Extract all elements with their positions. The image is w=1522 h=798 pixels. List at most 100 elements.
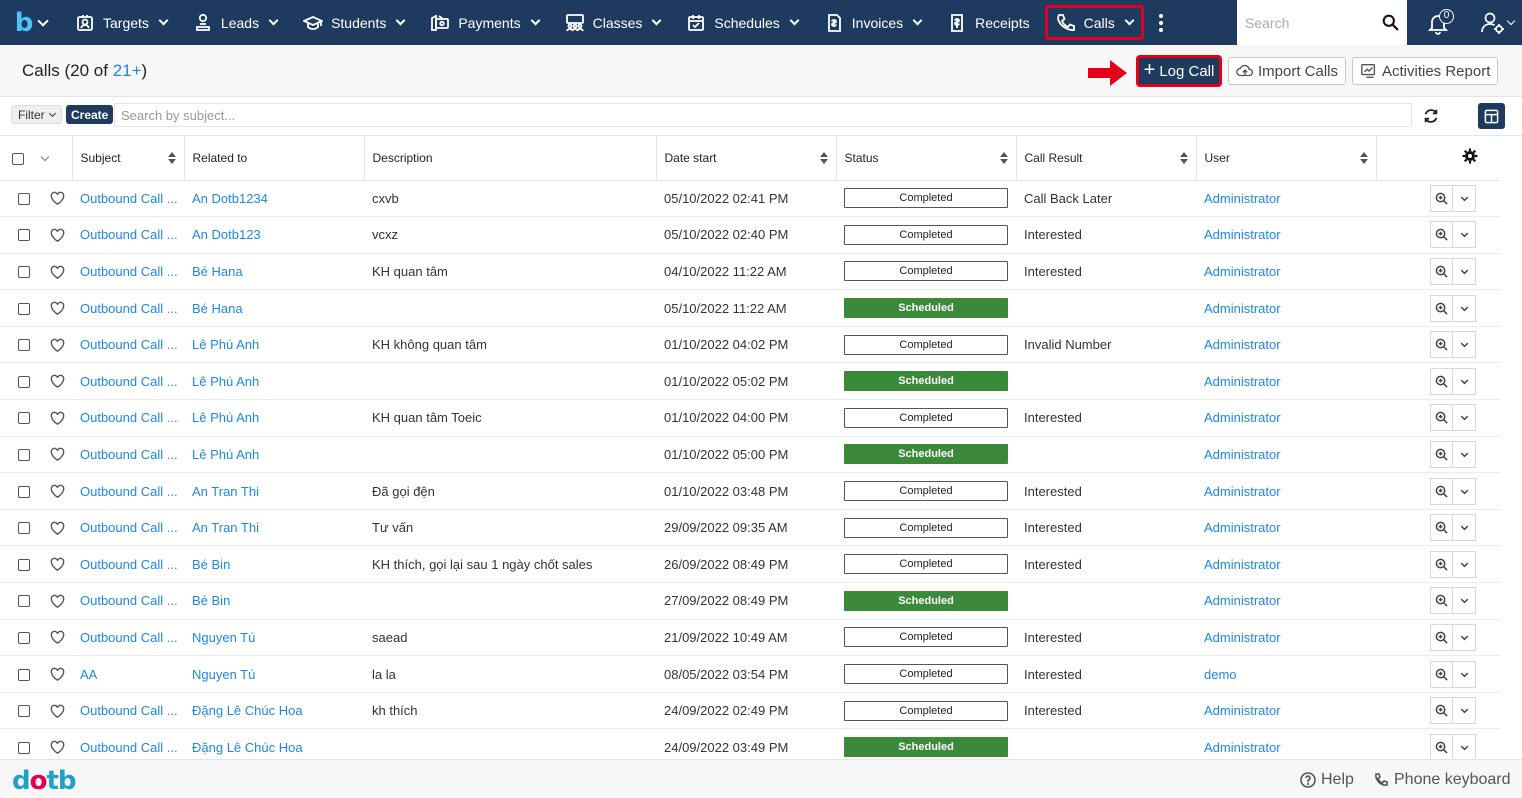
cell-related-to-link[interactable]: An Dotb123 bbox=[184, 216, 364, 254]
table-row[interactable]: Outbound Call ... Lê Phú Anh 01/10/2022 05… bbox=[0, 436, 1500, 474]
preview-button[interactable] bbox=[1430, 477, 1453, 505]
row-checkbox[interactable] bbox=[18, 266, 30, 279]
row-actions-dropdown[interactable] bbox=[1453, 623, 1476, 651]
favorite-toggle[interactable] bbox=[50, 593, 65, 608]
cell-user-link[interactable]: Administrator bbox=[1196, 216, 1376, 254]
cell-subject-link[interactable]: Outbound Call ... bbox=[72, 472, 184, 510]
cell-user-link[interactable]: Administrator bbox=[1196, 399, 1376, 437]
cell-user-link[interactable]: Administrator bbox=[1196, 545, 1376, 584]
status-badge[interactable]: Completed bbox=[844, 554, 1008, 575]
table-row[interactable]: Outbound Call ... Đặng Lê Chúc Hoa 24/09/2… bbox=[0, 728, 1500, 759]
help-link[interactable]: Help bbox=[1300, 771, 1354, 789]
cell-subject-link[interactable]: Outbound Call ... bbox=[72, 216, 184, 254]
favorite-toggle[interactable] bbox=[50, 703, 65, 718]
row-checkbox[interactable] bbox=[18, 192, 30, 205]
activities-report-button[interactable]: Activities Report bbox=[1352, 57, 1499, 85]
table-row[interactable]: Outbound Call ... Đặng Lê Chúc Hoa kh thíc… bbox=[0, 692, 1500, 730]
row-actions-dropdown[interactable] bbox=[1453, 404, 1476, 432]
cell-user-link[interactable]: Administrator bbox=[1196, 362, 1376, 401]
table-row[interactable]: Outbound Call ... An Dotb123 vcxz 05/10/202… bbox=[0, 216, 1500, 254]
status-badge[interactable]: Completed bbox=[844, 334, 1008, 355]
cell-subject-link[interactable]: Outbound Call ... bbox=[72, 436, 184, 474]
cell-related-to-link[interactable]: Đặng Lê Chúc Hoa bbox=[184, 728, 364, 759]
table-row[interactable]: Outbound Call ... Nguyen Tú saead 21/09/202… bbox=[0, 619, 1500, 657]
cell-related-to-link[interactable]: Lê Phú Anh bbox=[184, 362, 364, 401]
cell-user-link[interactable]: Administrator bbox=[1196, 326, 1376, 364]
favorite-toggle[interactable] bbox=[50, 410, 65, 425]
row-actions-dropdown[interactable] bbox=[1453, 294, 1476, 322]
cell-user-link[interactable]: Administrator bbox=[1196, 436, 1376, 474]
select-all-checkbox[interactable] bbox=[12, 152, 24, 165]
cell-subject-link[interactable]: Outbound Call ... bbox=[72, 326, 184, 364]
table-row[interactable]: AA Nguyen Tú la la 08/05/2022 03:54 PM Compl… bbox=[0, 655, 1500, 693]
cell-subject-link[interactable]: AA bbox=[72, 655, 184, 693]
favorite-toggle[interactable] bbox=[50, 337, 65, 352]
cell-subject-link[interactable]: Outbound Call ... bbox=[72, 728, 184, 759]
column-header-description[interactable]: Description bbox=[364, 136, 657, 181]
row-checkbox[interactable] bbox=[18, 668, 30, 681]
row-checkbox[interactable] bbox=[18, 375, 30, 388]
favorite-toggle[interactable] bbox=[50, 556, 65, 572]
preview-button[interactable] bbox=[1430, 697, 1453, 725]
cell-subject-link[interactable]: Outbound Call ... bbox=[72, 692, 184, 730]
filter-dropdown-button[interactable]: Filter bbox=[11, 105, 62, 124]
preview-button[interactable] bbox=[1430, 440, 1453, 468]
table-row[interactable]: Outbound Call ... Bé Bin KH thích, gọi lại… bbox=[0, 545, 1500, 584]
status-badge[interactable]: Completed bbox=[844, 261, 1008, 282]
table-row[interactable]: Outbound Call ... An Tran Thi Đã gọi đện 01… bbox=[0, 472, 1500, 510]
row-actions-dropdown[interactable] bbox=[1453, 697, 1476, 725]
table-row[interactable]: Outbound Call ... An Tran Thi Tư vấn 29/09/… bbox=[0, 509, 1500, 547]
row-checkbox[interactable] bbox=[18, 229, 30, 242]
cell-related-to-link[interactable]: Lê Phú Anh bbox=[184, 436, 364, 474]
status-badge[interactable]: Scheduled bbox=[844, 371, 1008, 392]
row-actions-dropdown[interactable] bbox=[1453, 660, 1476, 688]
preview-button[interactable] bbox=[1430, 294, 1453, 322]
import-calls-button[interactable]: Import Calls bbox=[1228, 57, 1347, 85]
nav-item-calls[interactable]: Calls bbox=[1043, 0, 1146, 45]
cell-related-to-link[interactable]: Nguyen Tú bbox=[184, 619, 364, 657]
nav-item-leads[interactable]: Leads bbox=[180, 0, 290, 45]
preview-button[interactable] bbox=[1430, 660, 1453, 688]
cell-user-link[interactable]: Administrator bbox=[1196, 619, 1376, 657]
cell-subject-link[interactable]: Outbound Call ... bbox=[72, 253, 184, 291]
table-row[interactable]: Outbound Call ... Lê Phú Anh 01/10/2022 05… bbox=[0, 362, 1500, 401]
preview-button[interactable] bbox=[1430, 550, 1453, 578]
nav-item-schedules[interactable]: Schedules bbox=[673, 0, 810, 45]
cell-user-link[interactable]: Administrator bbox=[1196, 728, 1376, 759]
status-badge[interactable]: Completed bbox=[844, 188, 1008, 209]
cell-user-link[interactable]: Administrator bbox=[1196, 253, 1376, 291]
table-row[interactable]: Outbound Call ... Bé Hana KH quan tâm 04/10… bbox=[0, 253, 1500, 291]
subject-search-input[interactable] bbox=[114, 103, 1412, 127]
row-checkbox[interactable] bbox=[18, 339, 30, 352]
nav-item-targets[interactable]: Targets bbox=[62, 0, 180, 45]
cell-user-link[interactable]: Administrator bbox=[1196, 472, 1376, 510]
preview-button[interactable] bbox=[1430, 331, 1453, 359]
cell-user-link[interactable]: Administrator bbox=[1196, 692, 1376, 730]
total-count-link[interactable]: 21+ bbox=[113, 61, 142, 80]
row-actions-dropdown[interactable] bbox=[1453, 184, 1476, 212]
column-layout-button[interactable] bbox=[1478, 103, 1505, 129]
user-menu-button[interactable] bbox=[1472, 0, 1522, 45]
row-checkbox[interactable] bbox=[18, 741, 30, 754]
table-row[interactable]: Outbound Call ... Bé Hana 05/10/2022 11:22… bbox=[0, 289, 1500, 327]
create-filter-button[interactable]: Create bbox=[66, 105, 114, 124]
row-checkbox[interactable] bbox=[18, 302, 30, 315]
nav-item-classes[interactable]: Classes bbox=[552, 0, 674, 45]
column-header-call-result[interactable]: Call Result bbox=[1016, 136, 1197, 181]
row-actions-dropdown[interactable] bbox=[1453, 733, 1476, 759]
preview-button[interactable] bbox=[1430, 184, 1453, 212]
preview-button[interactable] bbox=[1430, 587, 1453, 615]
notifications-button[interactable]: 0 bbox=[1408, 0, 1468, 45]
nav-item-invoices[interactable]: Invoices bbox=[811, 0, 934, 45]
table-row[interactable]: Outbound Call ... An Dotb1234 cxvb 05/10/20… bbox=[0, 180, 1500, 218]
cell-subject-link[interactable]: Outbound Call ... bbox=[72, 362, 184, 401]
favorite-toggle[interactable] bbox=[50, 483, 65, 499]
cell-related-to-link[interactable]: An Tran Thi bbox=[184, 509, 364, 547]
cell-related-to-link[interactable]: Đặng Lê Chúc Hoa bbox=[184, 692, 364, 730]
gear-icon[interactable] bbox=[1462, 148, 1478, 164]
nav-item-payments[interactable]: Payments bbox=[417, 0, 551, 45]
status-badge[interactable]: Completed bbox=[844, 481, 1008, 502]
preview-button[interactable] bbox=[1430, 623, 1453, 651]
preview-button[interactable] bbox=[1430, 257, 1453, 285]
row-actions-dropdown[interactable] bbox=[1453, 367, 1476, 395]
